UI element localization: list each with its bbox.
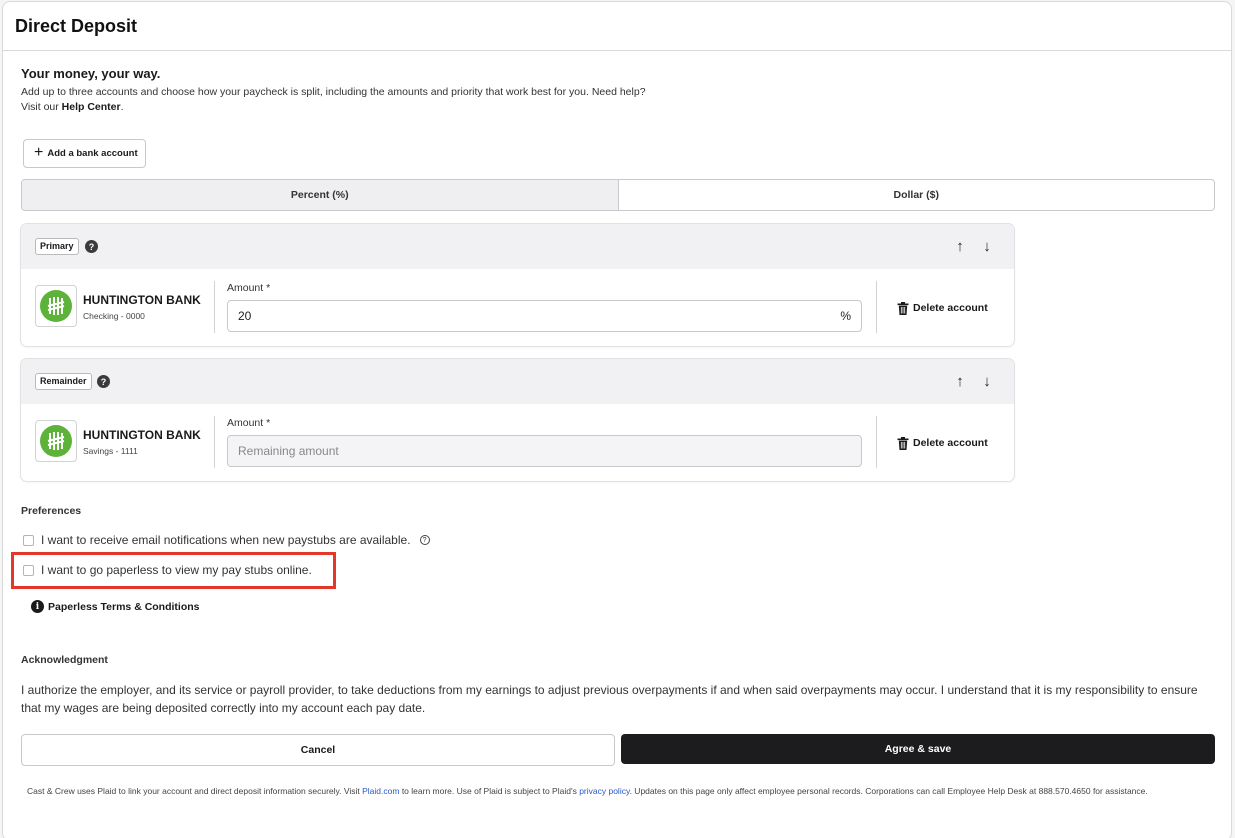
arrow-up-icon[interactable]: ↑ (952, 236, 968, 256)
paperless-terms-link[interactable]: i Paperless Terms & Conditions (31, 600, 200, 613)
huntington-logo-icon (35, 420, 77, 462)
cancel-button[interactable]: Cancel (21, 734, 615, 766)
priority-tag: Primary (35, 238, 79, 255)
percent-option[interactable]: Percent (%) (22, 180, 619, 210)
intro-text: Add up to three accounts and choose how … (21, 85, 721, 115)
footer-text: to learn more. Use of Plaid is subject t… (399, 786, 580, 796)
paperless-terms-label: Paperless Terms & Conditions (48, 600, 200, 613)
divider (876, 281, 877, 333)
account-card-remainder: Remainder ? ↑ ↓ HUNTINGTON BANK Savings … (21, 359, 1014, 481)
email-notifications-label: I want to receive email notifications wh… (41, 533, 411, 547)
plaid-link[interactable]: Plaid.com (362, 786, 399, 796)
email-notifications-option[interactable]: I want to receive email notifications wh… (23, 533, 430, 547)
arrow-up-icon[interactable]: ↑ (952, 371, 968, 391)
amount-label: Amount * (227, 417, 271, 429)
footer-disclaimer: Cast & Crew uses Plaid to link your acco… (27, 785, 1187, 798)
arrow-down-icon[interactable]: ↓ (979, 236, 995, 256)
delete-account-button[interactable]: Delete account (897, 299, 988, 317)
delete-account-label: Delete account (913, 302, 988, 314)
acknowledgment-text: I authorize the employer, and its servic… (21, 683, 1198, 715)
percent-suffix: % (840, 309, 851, 323)
acknowledgment-title: Acknowledgment (21, 654, 108, 666)
account-type: Savings - 1111 (83, 446, 138, 456)
dollar-option[interactable]: Dollar ($) (619, 180, 1215, 210)
amount-placeholder: Remaining amount (238, 444, 339, 458)
intro-visit-text: Visit our (21, 101, 62, 113)
agree-save-button[interactable]: Agree & save (621, 734, 1215, 764)
amount-input[interactable]: 20 % (227, 300, 862, 332)
add-bank-account-button[interactable]: + Add a bank account (23, 139, 146, 168)
intro-end: . (120, 101, 124, 113)
account-card-primary: Primary ? ↑ ↓ HUNTINGTON BANK Checking -… (21, 224, 1014, 346)
split-mode-toggle: Percent (%) Dollar ($) (21, 179, 1215, 211)
help-icon[interactable]: ? (97, 375, 110, 388)
trash-icon (897, 436, 909, 450)
amount-input-remaining[interactable]: Remaining amount (227, 435, 862, 467)
help-circle-icon[interactable]: ? (419, 535, 430, 545)
footer-text: Cast & Crew uses Plaid to link your acco… (27, 786, 363, 796)
priority-tag: Remainder (35, 373, 92, 390)
trash-icon (897, 301, 909, 315)
account-type: Checking - 0000 (83, 311, 145, 321)
page-title: Direct Deposit (15, 16, 138, 36)
paperless-checkbox[interactable] (23, 564, 34, 576)
account-card-body: HUNTINGTON BANK Savings - 1111 Amount * … (21, 404, 1014, 481)
account-card-header: Primary ? ↑ ↓ (21, 224, 1014, 269)
divider (214, 416, 215, 468)
account-card-header: Remainder ? ↑ ↓ (21, 359, 1014, 404)
huntington-logo-icon (35, 285, 77, 327)
divider (214, 281, 215, 333)
amount-label: Amount * (227, 282, 271, 294)
amount-value: 20 (238, 309, 252, 323)
preferences-title: Preferences (21, 505, 82, 517)
bank-name: HUNTINGTON BANK (83, 428, 201, 442)
help-center-link[interactable]: Help Center (62, 101, 121, 113)
privacy-policy-link[interactable]: privacy policy (579, 786, 629, 796)
intro-text-line: Add up to three accounts and choose how … (21, 86, 646, 98)
bank-name: HUNTINGTON BANK (83, 293, 201, 307)
delete-account-label: Delete account (913, 437, 988, 449)
paperless-option[interactable]: I want to go paperless to view my pay st… (23, 563, 312, 577)
help-icon[interactable]: ? (85, 240, 98, 253)
divider (876, 416, 877, 468)
arrow-down-icon[interactable]: ↓ (979, 371, 995, 391)
paperless-label: I want to go paperless to view my pay st… (41, 563, 312, 577)
add-bank-account-label: Add a bank account (47, 148, 138, 159)
plus-icon: + (34, 143, 44, 161)
intro-title: Your money, your way. (21, 66, 161, 81)
email-notifications-checkbox[interactable] (23, 534, 34, 546)
info-icon: i (31, 600, 44, 613)
page-header: Direct Deposit (3, 2, 1231, 51)
footer-text: . Updates on this page only affect emplo… (629, 786, 1148, 796)
direct-deposit-panel: Direct Deposit Your money, your way. Add… (2, 1, 1232, 838)
account-card-body: HUNTINGTON BANK Checking - 0000 Amount *… (21, 269, 1014, 346)
delete-account-button[interactable]: Delete account (897, 434, 988, 452)
